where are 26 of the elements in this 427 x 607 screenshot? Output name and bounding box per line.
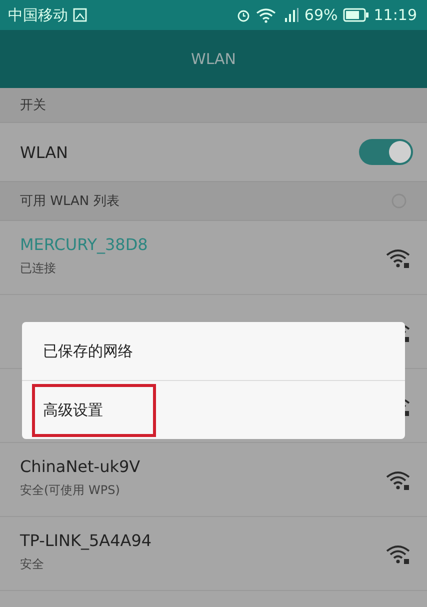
network-name: ChinaNet-uk9V	[20, 457, 140, 476]
menu-item[interactable]: 已保存的网络	[32, 324, 144, 378]
network-status: 已连接	[20, 260, 57, 277]
wifi-lock-icon	[385, 247, 411, 269]
network-status: 安全	[20, 556, 45, 573]
network-row[interactable]: MERCURY_38D8 已连接	[0, 221, 427, 295]
toggle-switch[interactable]	[359, 139, 413, 165]
alarm-icon	[236, 8, 252, 22]
wifi-icon	[256, 8, 276, 22]
screen-title: WLAN	[190, 50, 236, 68]
carrier-name: 中国移动	[8, 6, 68, 24]
setting-label: WLAN	[20, 142, 68, 162]
network-status: 安全(可使用 WPS)	[20, 482, 121, 499]
network-row[interactable]: ChinaNet-uk9V 安全(可使用 WPS)	[0, 443, 427, 517]
network-name: MERCURY_38D8	[20, 235, 148, 254]
clock-time: 11:19	[374, 6, 417, 24]
wifi-lock-icon	[385, 469, 411, 491]
image-icon	[73, 8, 87, 22]
section-title: 开关	[20, 97, 46, 114]
wifi-lock-icon	[385, 543, 411, 565]
battery-icon	[342, 8, 369, 22]
battery-percent: 69%	[304, 6, 338, 24]
menu-item[interactable]: 高级设置	[32, 384, 156, 436]
network-row[interactable]: TP-LINK_5A4A94 安全	[0, 517, 427, 591]
network-name: TP-LINK_5A4A94	[20, 531, 152, 550]
section-title: 可用 WLAN 列表	[20, 193, 120, 210]
